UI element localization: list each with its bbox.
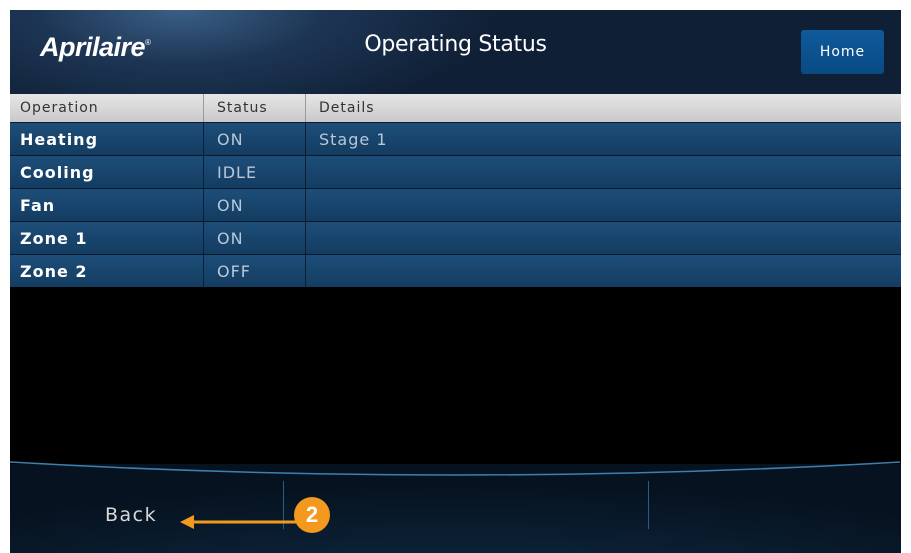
details-cell xyxy=(305,156,901,188)
details-cell xyxy=(305,255,901,287)
callout-arrow xyxy=(180,515,296,529)
operation-cell: Cooling xyxy=(20,162,95,182)
page: Aprilaire® Operating Status Home Operati… xyxy=(0,0,911,553)
status-cell: IDLE xyxy=(203,156,305,188)
column-header-details: Details xyxy=(305,94,901,122)
callout-number-badge: 2 xyxy=(294,497,330,533)
header-bar: Aprilaire® Operating Status Home xyxy=(10,10,901,94)
home-button[interactable]: Home xyxy=(801,30,884,74)
details-cell xyxy=(305,222,901,254)
footer-arc-line xyxy=(9,461,901,476)
back-button[interactable]: Back xyxy=(105,504,157,526)
table-row: Cooling IDLE xyxy=(10,155,901,188)
table-row: Zone 1 ON xyxy=(10,221,901,254)
operation-cell: Heating xyxy=(20,129,99,149)
operation-cell: Zone 2 xyxy=(20,261,88,281)
page-title: Operating Status xyxy=(364,32,547,57)
operation-cell: Zone 1 xyxy=(20,228,88,248)
status-cell: ON xyxy=(203,222,305,254)
table-row: Heating ON Stage 1 xyxy=(10,122,901,155)
details-cell: Stage 1 xyxy=(305,123,901,155)
status-cell: OFF xyxy=(203,255,305,287)
footer-divider xyxy=(648,481,649,529)
column-header-operation: Operation xyxy=(20,100,99,116)
table-row: Zone 2 OFF xyxy=(10,254,901,287)
details-cell xyxy=(305,189,901,221)
table-row: Fan ON xyxy=(10,188,901,221)
status-cell: ON xyxy=(203,189,305,221)
operation-cell: Fan xyxy=(20,195,56,215)
column-header-status: Status xyxy=(203,94,305,122)
table-header: Operation Status Details xyxy=(10,94,901,122)
status-cell: ON xyxy=(203,123,305,155)
